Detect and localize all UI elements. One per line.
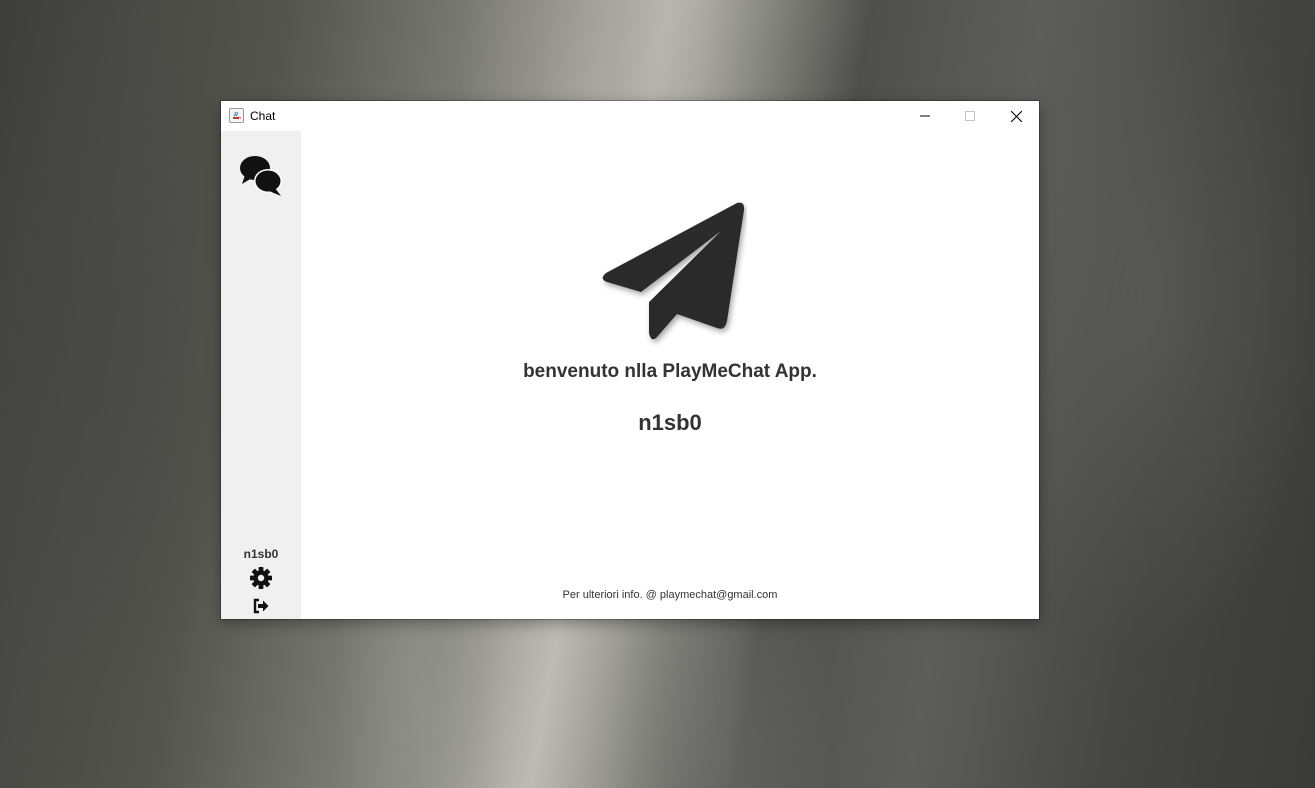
window-title: Chat: [250, 109, 276, 123]
maximize-button[interactable]: [947, 101, 993, 131]
gear-icon: [250, 567, 272, 589]
logout-button[interactable]: [253, 598, 269, 614]
minimize-button[interactable]: [902, 101, 948, 131]
settings-button[interactable]: [250, 567, 272, 589]
paper-plane-icon: [602, 202, 745, 340]
welcome-message: benvenuto nlla PlayMeChat App.: [523, 361, 817, 382]
main-panel: benvenuto nlla PlayMeChat App. n1sb0 Per…: [301, 131, 1039, 619]
title-bar[interactable]: Chat: [221, 101, 1039, 131]
close-button[interactable]: [993, 101, 1039, 131]
main-username: n1sb0: [638, 410, 702, 435]
minimize-icon: [920, 115, 930, 117]
chats-nav-button[interactable]: [239, 153, 284, 198]
maximize-icon: [965, 111, 975, 121]
sidebar: n1sb0: [221, 131, 301, 619]
sign-out-icon: [253, 598, 269, 614]
comments-icon: [240, 156, 282, 196]
sidebar-username: n1sb0: [243, 547, 279, 561]
contact-info: Per ulteriori info. @ playmechat@gmail.c…: [562, 589, 778, 601]
chat-window: Chat n1sb0 benvenuto nlla PlayMeChat App…: [221, 101, 1039, 619]
close-icon: [1010, 110, 1022, 122]
java-app-icon: [229, 108, 244, 123]
